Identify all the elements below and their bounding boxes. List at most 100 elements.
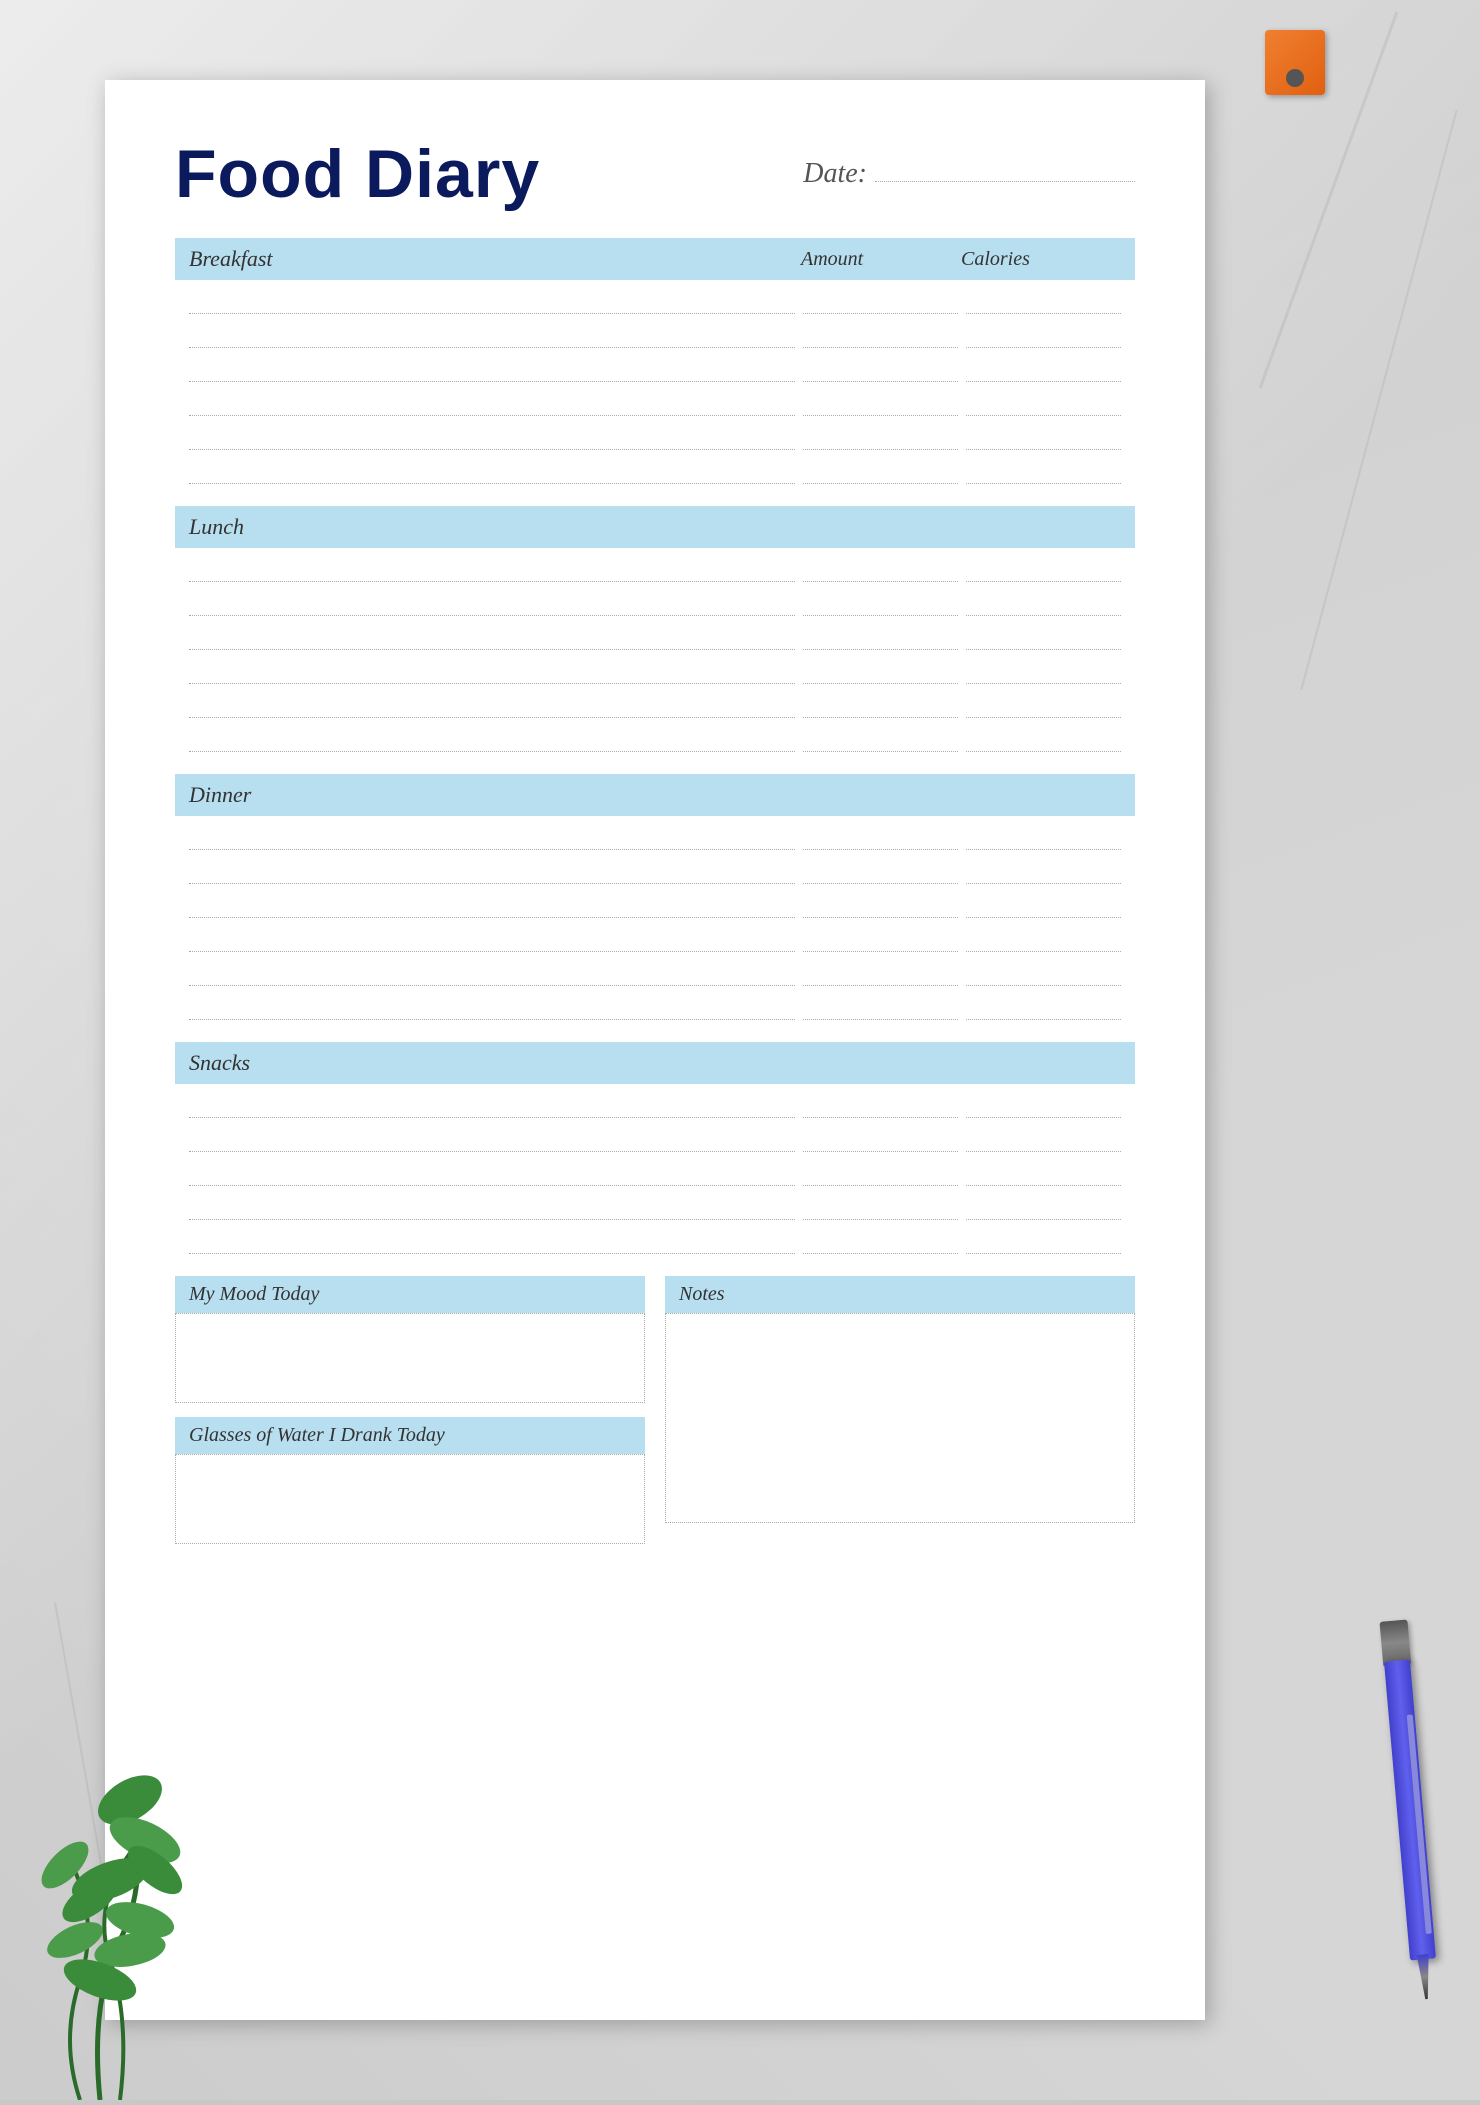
calories-field[interactable]	[966, 564, 1121, 582]
table-row[interactable]	[175, 314, 1135, 348]
water-content[interactable]	[175, 1454, 645, 1544]
food-field[interactable]	[189, 1236, 795, 1254]
calories-field[interactable]	[966, 934, 1121, 952]
dinner-rows	[175, 816, 1135, 1020]
calories-field[interactable]	[966, 598, 1121, 616]
table-row[interactable]	[175, 986, 1135, 1020]
table-row[interactable]	[175, 684, 1135, 718]
table-row[interactable]	[175, 382, 1135, 416]
calories-field[interactable]	[966, 666, 1121, 684]
amount-field[interactable]	[803, 598, 958, 616]
table-row[interactable]	[175, 616, 1135, 650]
calories-field[interactable]	[966, 1134, 1121, 1152]
amount-field[interactable]	[803, 564, 958, 582]
amount-field[interactable]	[803, 1002, 958, 1020]
pen-tip	[1417, 1954, 1433, 2000]
table-row[interactable]	[175, 1152, 1135, 1186]
table-row[interactable]	[175, 1186, 1135, 1220]
calories-field[interactable]	[966, 432, 1121, 450]
calories-field[interactable]	[966, 1002, 1121, 1020]
amount-field[interactable]	[803, 432, 958, 450]
amount-field[interactable]	[803, 296, 958, 314]
food-field[interactable]	[189, 330, 795, 348]
food-field[interactable]	[189, 364, 795, 382]
amount-field[interactable]	[803, 1100, 958, 1118]
table-row[interactable]	[175, 416, 1135, 450]
amount-field[interactable]	[803, 364, 958, 382]
food-field[interactable]	[189, 598, 795, 616]
amount-field[interactable]	[803, 832, 958, 850]
food-field[interactable]	[189, 564, 795, 582]
table-row[interactable]	[175, 952, 1135, 986]
amount-field[interactable]	[803, 900, 958, 918]
food-field[interactable]	[189, 968, 795, 986]
table-row[interactable]	[175, 1084, 1135, 1118]
amount-field[interactable]	[803, 934, 958, 952]
table-row[interactable]	[175, 582, 1135, 616]
table-row[interactable]	[175, 1220, 1135, 1254]
amount-field[interactable]	[803, 398, 958, 416]
table-row[interactable]	[175, 348, 1135, 382]
calories-field[interactable]	[966, 1236, 1121, 1254]
food-field[interactable]	[189, 666, 795, 684]
table-row[interactable]	[175, 850, 1135, 884]
food-field[interactable]	[189, 296, 795, 314]
amount-field[interactable]	[803, 330, 958, 348]
calories-field[interactable]	[966, 832, 1121, 850]
calories-field[interactable]	[966, 1100, 1121, 1118]
food-field[interactable]	[189, 1202, 795, 1220]
food-field[interactable]	[189, 1168, 795, 1186]
date-line[interactable]	[875, 162, 1135, 182]
sharpener-body	[1265, 30, 1325, 95]
calories-field[interactable]	[966, 734, 1121, 752]
food-field[interactable]	[189, 1002, 795, 1020]
amount-field[interactable]	[803, 968, 958, 986]
table-row[interactable]	[175, 816, 1135, 850]
amount-field[interactable]	[803, 1134, 958, 1152]
calories-field[interactable]	[966, 1168, 1121, 1186]
calories-field[interactable]	[966, 866, 1121, 884]
amount-field[interactable]	[803, 632, 958, 650]
food-field[interactable]	[189, 398, 795, 416]
calories-field[interactable]	[966, 398, 1121, 416]
amount-field[interactable]	[803, 700, 958, 718]
table-row[interactable]	[175, 280, 1135, 314]
food-field[interactable]	[189, 866, 795, 884]
calories-field[interactable]	[966, 632, 1121, 650]
food-field[interactable]	[189, 632, 795, 650]
calories-field[interactable]	[966, 364, 1121, 382]
calories-field[interactable]	[966, 466, 1121, 484]
table-row[interactable]	[175, 650, 1135, 684]
food-field[interactable]	[189, 466, 795, 484]
notes-content[interactable]	[665, 1313, 1135, 1523]
dinner-label: Dinner	[189, 782, 801, 808]
amount-field[interactable]	[803, 666, 958, 684]
table-row[interactable]	[175, 718, 1135, 752]
amount-field[interactable]	[803, 1168, 958, 1186]
calories-field[interactable]	[966, 1202, 1121, 1220]
food-field[interactable]	[189, 432, 795, 450]
food-field[interactable]	[189, 934, 795, 952]
food-field[interactable]	[189, 900, 795, 918]
calories-field[interactable]	[966, 700, 1121, 718]
calories-field[interactable]	[966, 900, 1121, 918]
amount-field[interactable]	[803, 1236, 958, 1254]
table-row[interactable]	[175, 450, 1135, 484]
food-field[interactable]	[189, 1100, 795, 1118]
food-field[interactable]	[189, 700, 795, 718]
table-row[interactable]	[175, 884, 1135, 918]
amount-field[interactable]	[803, 466, 958, 484]
table-row[interactable]	[175, 548, 1135, 582]
amount-field[interactable]	[803, 866, 958, 884]
calories-field[interactable]	[966, 968, 1121, 986]
calories-field[interactable]	[966, 330, 1121, 348]
mood-content[interactable]	[175, 1313, 645, 1403]
food-field[interactable]	[189, 1134, 795, 1152]
food-field[interactable]	[189, 832, 795, 850]
table-row[interactable]	[175, 918, 1135, 952]
amount-field[interactable]	[803, 734, 958, 752]
amount-field[interactable]	[803, 1202, 958, 1220]
calories-field[interactable]	[966, 296, 1121, 314]
food-field[interactable]	[189, 734, 795, 752]
table-row[interactable]	[175, 1118, 1135, 1152]
